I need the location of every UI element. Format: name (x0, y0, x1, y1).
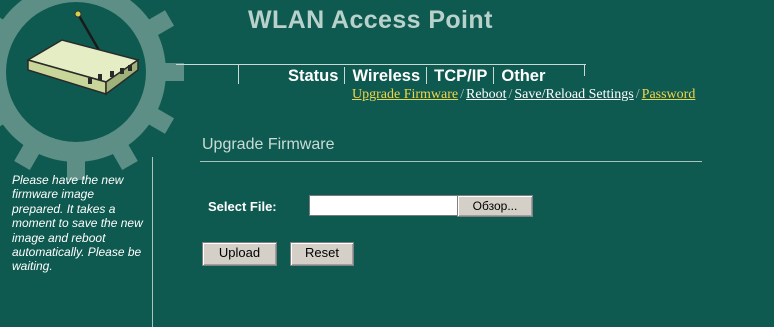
sidebar-divider (152, 157, 153, 327)
tab-status[interactable]: Status (288, 66, 338, 86)
browse-button[interactable]: Обзор... (457, 195, 533, 217)
link-separator: / (508, 87, 513, 102)
link-upgrade-firmware[interactable]: Upgrade Firmware (352, 87, 458, 102)
tab-tcpip[interactable]: TCP/IP (434, 66, 487, 86)
app-title: WLAN Access Point (248, 6, 493, 34)
reset-button[interactable]: Reset (290, 242, 354, 266)
select-file-label: Select File: (208, 199, 277, 214)
section-divider (200, 161, 702, 162)
link-separator: / (460, 87, 465, 102)
tab-separator (493, 67, 495, 84)
section-title: Upgrade Firmware (202, 136, 335, 153)
nav-divider-left (238, 64, 239, 84)
upload-button[interactable]: Upload (202, 242, 277, 266)
file-path-input[interactable] (309, 195, 458, 216)
sub-nav: Upgrade Firmware / Reboot / Save/Reload Sett… (352, 87, 695, 103)
tab-other[interactable]: Other (501, 66, 545, 86)
tab-separator (344, 67, 346, 84)
tab-wireless[interactable]: Wireless (352, 66, 420, 86)
nav-divider-right (584, 64, 585, 76)
link-reboot[interactable]: Reboot (466, 87, 506, 102)
help-text: Please have the new firmware image prepa… (12, 173, 143, 274)
link-separator: / (635, 87, 640, 102)
tab-separator (426, 67, 428, 84)
main-nav: Status Wireless TCP/IP Other (288, 66, 545, 86)
link-password[interactable]: Password (642, 87, 696, 102)
router-icon (26, 10, 140, 96)
link-save-reload-settings[interactable]: Save/Reload Settings (514, 87, 633, 102)
